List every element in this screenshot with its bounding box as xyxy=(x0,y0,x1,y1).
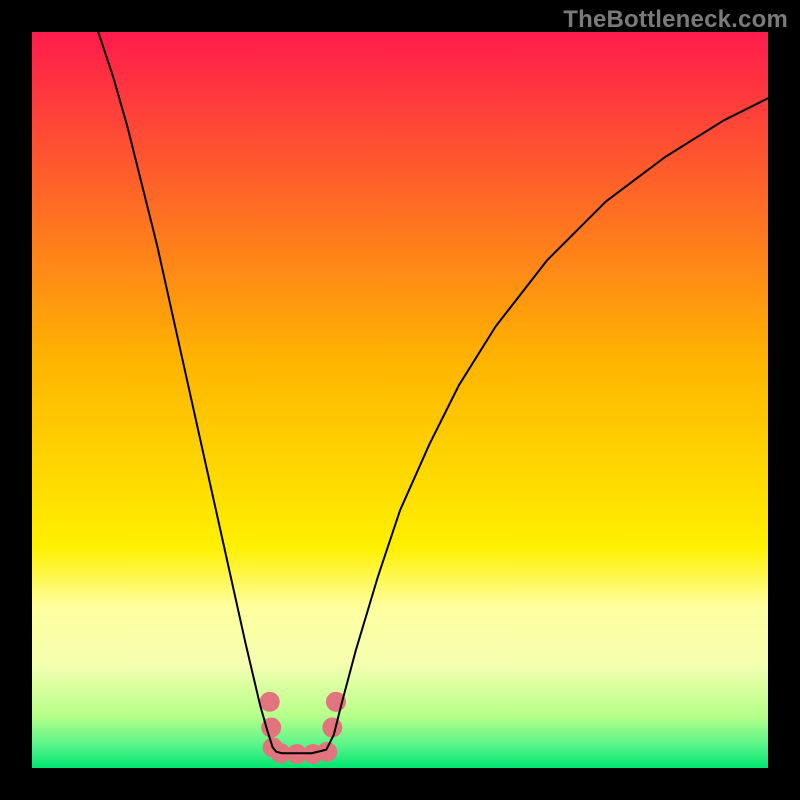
highlight-marker xyxy=(260,692,280,712)
watermark-text: TheBottleneck.com xyxy=(563,6,788,34)
chart-frame: TheBottleneck.com xyxy=(0,0,800,800)
highlight-marker xyxy=(322,718,342,738)
chart-svg xyxy=(32,32,768,768)
plot-area xyxy=(32,32,768,768)
gradient-background xyxy=(32,32,768,768)
